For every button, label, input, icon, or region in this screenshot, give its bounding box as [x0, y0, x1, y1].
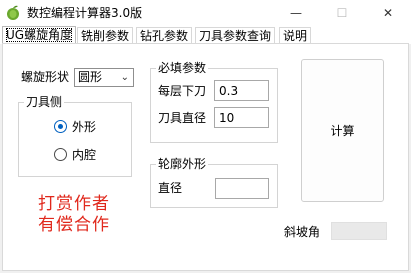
maximize-icon: ☐: [336, 6, 348, 20]
promo-cooperation-link[interactable]: 有偿合作: [38, 215, 110, 235]
spiral-shape-label: 螺旋形状: [21, 70, 70, 84]
tab-label: 钻孔参数: [140, 29, 189, 43]
profile-title: 轮廓外形: [156, 157, 209, 171]
close-button[interactable]: ✕: [365, 0, 411, 26]
tab-label: 铣削参数: [81, 29, 130, 43]
tab-ug-spiral-angle[interactable]: UG螺旋角度: [2, 26, 77, 44]
slope-angle-output: [331, 222, 387, 240]
tool-diameter-label: 刀具直径: [158, 111, 207, 125]
window-title: 数控编程计算器3.0版: [27, 6, 143, 20]
close-icon: ✕: [382, 6, 394, 20]
tool-diameter-input[interactable]: [214, 107, 269, 128]
title-bar[interactable]: 数控编程计算器3.0版 — ☐ ✕: [0, 0, 411, 26]
calculate-button[interactable]: 计算: [301, 59, 384, 202]
app-window: 数控编程计算器3.0版 — ☐ ✕ UG螺旋角度 铣削参数 钻孔参数 刀具参数查…: [0, 0, 411, 273]
step-down-label: 每层下刀: [158, 84, 207, 98]
tab-help[interactable]: 说明: [279, 27, 312, 44]
spiral-shape-select[interactable]: 圆形 ⌄: [74, 68, 134, 87]
leaf-app-icon: [7, 5, 19, 20]
tab-label: UG螺旋角度: [6, 28, 73, 42]
radio-inner-label: 内腔: [72, 148, 97, 162]
radio-inner[interactable]: [54, 148, 67, 161]
tool-side-title: 刀具侧: [24, 95, 65, 109]
radio-outer[interactable]: [54, 120, 67, 133]
profile-diameter-label: 直径: [158, 181, 183, 195]
spiral-shape-value: 圆形: [78, 70, 103, 84]
tab-milling-params[interactable]: 铣削参数: [77, 27, 134, 44]
required-params-title: 必填参数: [156, 61, 209, 75]
tab-strip: UG螺旋角度 铣削参数 钻孔参数 刀具参数查询 说明: [0, 26, 411, 44]
calculate-label: 计算: [330, 124, 355, 138]
radio-outer-label: 外形: [72, 120, 97, 134]
step-down-input[interactable]: [214, 80, 269, 101]
slope-angle-label: 斜坡角: [284, 225, 321, 239]
minimize-button[interactable]: —: [273, 0, 319, 26]
tab-drilling-params[interactable]: 钻孔参数: [136, 27, 193, 44]
maximize-button[interactable]: ☐: [319, 0, 365, 26]
tab-label: 刀具参数查询: [199, 29, 272, 43]
tool-side-group: 刀具侧: [18, 95, 132, 177]
tab-label: 说明: [283, 29, 308, 43]
tab-tool-query[interactable]: 刀具参数查询: [195, 27, 276, 44]
profile-diameter-input[interactable]: [215, 178, 269, 199]
minimize-icon: —: [290, 6, 302, 20]
chevron-down-icon: ⌄: [120, 72, 129, 83]
promo-donate-link[interactable]: 打赏作者: [38, 194, 110, 214]
